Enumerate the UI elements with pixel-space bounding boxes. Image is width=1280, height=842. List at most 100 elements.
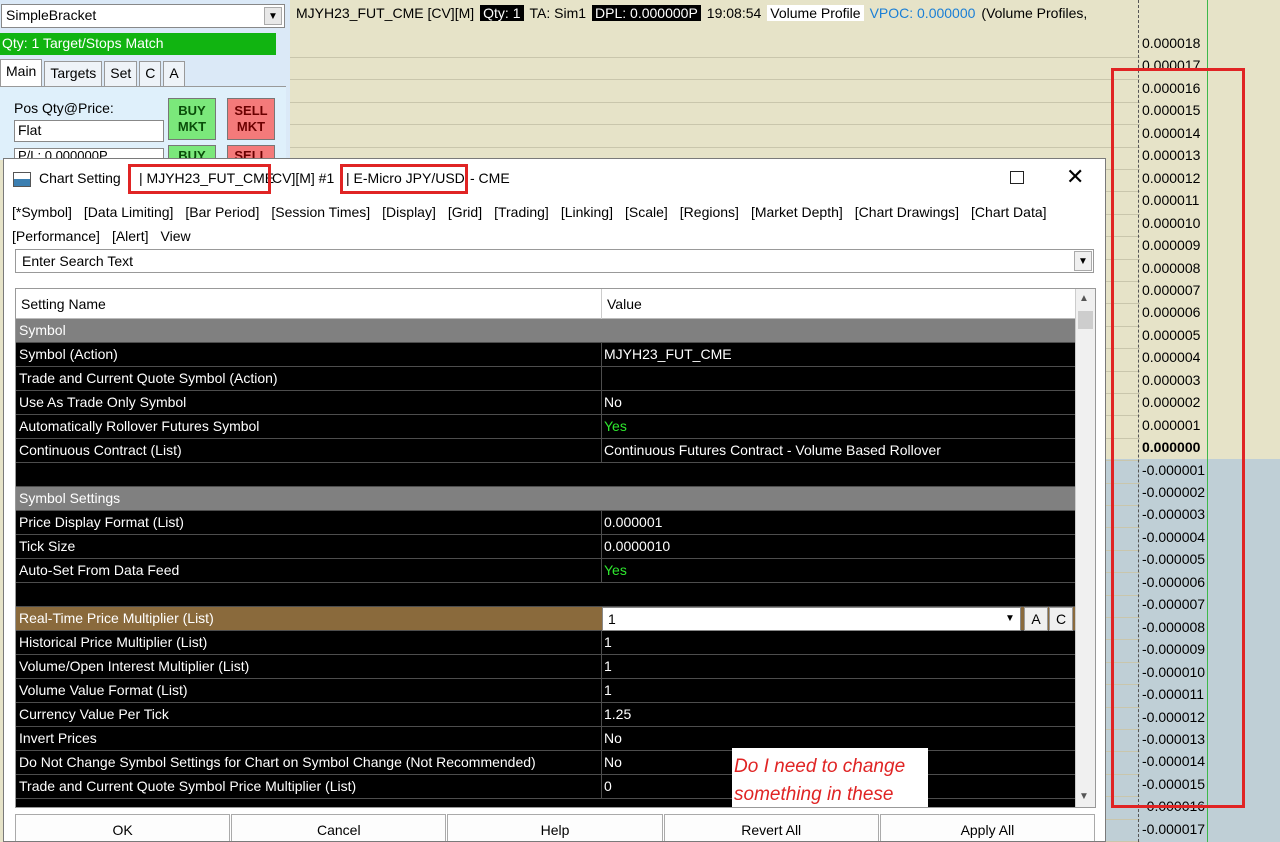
setting-row[interactable]: Tick Size 0.0000010 (16, 535, 1075, 559)
setting-name: Auto-Set From Data Feed (19, 562, 180, 578)
scroll-up-icon[interactable]: ▲ (1079, 293, 1089, 304)
menu-item[interactable]: [Market Depth] (751, 200, 843, 224)
selected-setting-row[interactable]: Real-Time Price Multiplier (List) 1 ▼ A C (16, 607, 1075, 631)
setting-row[interactable]: Symbol (Action) MJYH23_FUT_CME (16, 343, 1075, 367)
revert-all-button[interactable]: Revert All (663, 814, 879, 841)
setting-row[interactable]: Use As Trade Only Symbol No (16, 391, 1075, 415)
menu-item[interactable]: [Scale] (625, 200, 668, 224)
setting-value[interactable]: 0 (604, 778, 612, 794)
pos-qty-label: Pos Qty@Price: (14, 100, 114, 116)
setting-row[interactable]: Automatically Rollover Futures Symbol Yes (16, 415, 1075, 439)
section-header[interactable]: Symbol Settings (16, 487, 1075, 511)
tab-set[interactable]: Set (104, 61, 138, 87)
setting-value[interactable]: No (604, 394, 622, 410)
column-setting-name: Setting Name (21, 296, 106, 312)
setting-row[interactable]: Historical Price Multiplier (List) 1 (16, 631, 1075, 655)
setting-name: Use As Trade Only Symbol (19, 394, 187, 410)
menu-item[interactable]: [Trading] (494, 200, 549, 224)
apply-all-button[interactable]: Apply All (879, 814, 1096, 841)
setting-value[interactable]: MJYH23_FUT_CME (604, 346, 732, 362)
close-icon[interactable]: ✕ (1066, 165, 1084, 189)
multiplier-value: 1 (608, 611, 616, 627)
strategy-select[interactable]: SimpleBracket ▼ (1, 4, 285, 28)
setting-value[interactable]: 0.000001 (604, 514, 662, 530)
setting-value[interactable]: 1.25 (604, 706, 631, 722)
chart-gridline (290, 79, 1140, 81)
setting-name: Symbol (Action) (19, 346, 118, 362)
menu-item[interactable]: [*Symbol] (12, 200, 72, 224)
menu-item[interactable]: [Chart Drawings] (855, 200, 959, 224)
setting-row[interactable]: Continuous Contract (List) Continuous Fut… (16, 439, 1075, 463)
chart-qty: Qty: 1 (480, 5, 524, 21)
grid-header: Setting Name Value (16, 289, 1075, 319)
menu-item[interactable]: [Regions] (680, 200, 739, 224)
scroll-thumb[interactable] (1078, 311, 1093, 329)
setting-name: Tick Size (19, 538, 76, 554)
annotation-note: Do I need to change something in these f… (732, 748, 928, 807)
blank-row (16, 463, 1075, 487)
chevron-down-icon[interactable]: ▼ (1074, 251, 1092, 271)
setting-name: Trade and Current Quote Symbol Price Mul… (19, 778, 357, 794)
chart-header: MJYH23_FUT_CME [CV][M] Qty: 1 TA: Sim1 D… (290, 0, 1140, 26)
multiplier-dropdown[interactable]: 1 ▼ (602, 607, 1021, 631)
menu-item[interactable]: [Alert] (112, 224, 149, 248)
cancel-button[interactable]: Cancel (231, 814, 447, 841)
tab-main[interactable]: Main (0, 59, 43, 87)
menu-item[interactable]: [Grid] (448, 200, 482, 224)
ok-button[interactable]: OK (15, 814, 231, 841)
help-button[interactable]: Help (447, 814, 663, 841)
scroll-down-icon[interactable]: ▼ (1079, 791, 1089, 802)
grid-scrollbar[interactable]: ▲ ▼ (1075, 289, 1095, 807)
tab-c[interactable]: C (139, 61, 162, 87)
dialog-title-exchange: - CME (470, 170, 510, 186)
setting-row[interactable]: Auto-Set From Data Feed Yes (16, 559, 1075, 583)
study-name: Volume Profile (767, 5, 864, 21)
tab-targets[interactable]: Targets (44, 61, 103, 87)
menu-item[interactable]: [Session Times] (271, 200, 370, 224)
c-button[interactable]: C (1049, 607, 1073, 631)
setting-value[interactable]: No (604, 754, 622, 770)
chart-settings-dialog: Chart Setting | MJYH23_FUT_CME CV][M] #1… (3, 158, 1106, 842)
setting-value[interactable]: Continuous Futures Contract - Volume Bas… (604, 442, 941, 458)
menu-item[interactable]: [Display] (382, 200, 436, 224)
chart-symbol: MJYH23_FUT_CME [CV][M] (296, 5, 475, 21)
setting-value[interactable]: 1 (604, 682, 612, 698)
menu-item[interactable]: [Data Limiting] (84, 200, 173, 224)
setting-value[interactable]: Yes (604, 562, 627, 578)
setting-row[interactable]: Price Display Format (List) 0.000001 (16, 511, 1075, 535)
tab-a[interactable]: A (163, 61, 185, 87)
chevron-down-icon[interactable]: ▼ (1002, 610, 1018, 628)
settings-menu: [*Symbol] [Data Limiting] [Bar Period] [Ses… (12, 200, 1102, 248)
chevron-down-icon[interactable]: ▼ (264, 7, 282, 25)
menu-item[interactable]: [Performance] (12, 224, 100, 248)
title-bar[interactable]: Chart Setting | MJYH23_FUT_CME CV][M] #1… (4, 159, 1105, 199)
setting-value[interactable]: 0.0000010 (604, 538, 670, 554)
dialog-title-mid: CV][M] #1 (272, 170, 335, 186)
chart-account: TA: Sim1 (529, 5, 587, 21)
search-placeholder: Enter Search Text (22, 253, 134, 269)
setting-value[interactable]: 1 (604, 658, 612, 674)
setting-name: Volume/Open Interest Multiplier (List) (19, 658, 250, 674)
a-button[interactable]: A (1024, 607, 1048, 631)
setting-row[interactable]: Trade and Current Quote Symbol (Action) (16, 367, 1075, 391)
setting-row[interactable]: Volume Value Format (List) 1 (16, 679, 1075, 703)
settings-grid: Setting Name Value Symbol Symbol (Action)… (15, 288, 1096, 808)
sell-market-button[interactable]: SELL MKT (227, 98, 275, 140)
menu-item[interactable]: [Chart Data] (971, 200, 1046, 224)
menu-item[interactable]: [Linking] (561, 200, 613, 224)
chart-gridline (290, 146, 1140, 148)
setting-value[interactable]: Yes (604, 418, 627, 434)
setting-value[interactable]: No (604, 730, 622, 746)
chart-dpl: DPL: 0.000000P (592, 5, 701, 21)
setting-value[interactable]: 1 (604, 634, 612, 650)
maximize-icon[interactable] (1010, 171, 1024, 184)
setting-name: Price Display Format (List) (19, 514, 184, 530)
section-header[interactable]: Symbol (16, 319, 1075, 343)
setting-row[interactable]: Volume/Open Interest Multiplier (List) 1 (16, 655, 1075, 679)
menu-item[interactable]: [Bar Period] (185, 200, 259, 224)
setting-row[interactable]: Currency Value Per Tick 1.25 (16, 703, 1075, 727)
search-input[interactable]: Enter Search Text ▼ (15, 249, 1094, 273)
menu-item[interactable]: View (161, 224, 191, 248)
section-title: Symbol Settings (19, 490, 121, 506)
buy-market-button[interactable]: BUY MKT (168, 98, 216, 140)
